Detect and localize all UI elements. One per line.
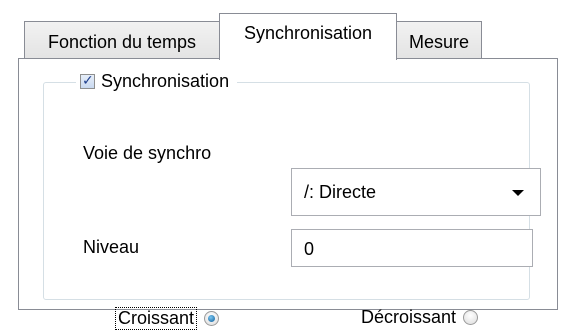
checkmark-icon: ✓	[82, 71, 94, 88]
synchronisation-checkbox-row[interactable]: ✓ Synchronisation	[76, 67, 238, 95]
voie-de-synchro-dropdown[interactable]: /: Directe	[291, 168, 541, 216]
decroissant-option[interactable]: Décroissant	[361, 307, 479, 328]
tab-fonction-du-temps[interactable]: Fonction du temps	[24, 21, 220, 59]
tab-synchronisation[interactable]: Synchronisation	[219, 13, 397, 60]
niveau-label: Niveau	[83, 237, 140, 257]
croissant-label: Croissant	[115, 307, 198, 330]
tab-strip: Fonction du temps Synchronisation Mesure	[0, 0, 561, 60]
synchronisation-checkbox[interactable]: ✓	[80, 71, 95, 89]
voie-de-synchro-value: /: Directe	[304, 182, 377, 202]
croissant-radio[interactable]	[204, 311, 220, 326]
decroissant-radio[interactable]	[463, 310, 479, 325]
synchronisation-checkbox-label: Synchronisation	[101, 70, 230, 91]
niveau-value: 0	[304, 239, 315, 259]
tab-panel: ✓ Synchronisation Voie de synchro /: Dir…	[18, 58, 558, 330]
tab-mesure[interactable]: Mesure	[396, 21, 482, 59]
voie-de-synchro-label: Voie de synchro	[83, 143, 212, 163]
niveau-input[interactable]: 0	[291, 229, 533, 267]
decroissant-label: Décroissant	[361, 307, 457, 327]
dropdown-arrow-icon[interactable]	[512, 190, 524, 196]
croissant-option[interactable]: Croissant	[115, 307, 220, 330]
